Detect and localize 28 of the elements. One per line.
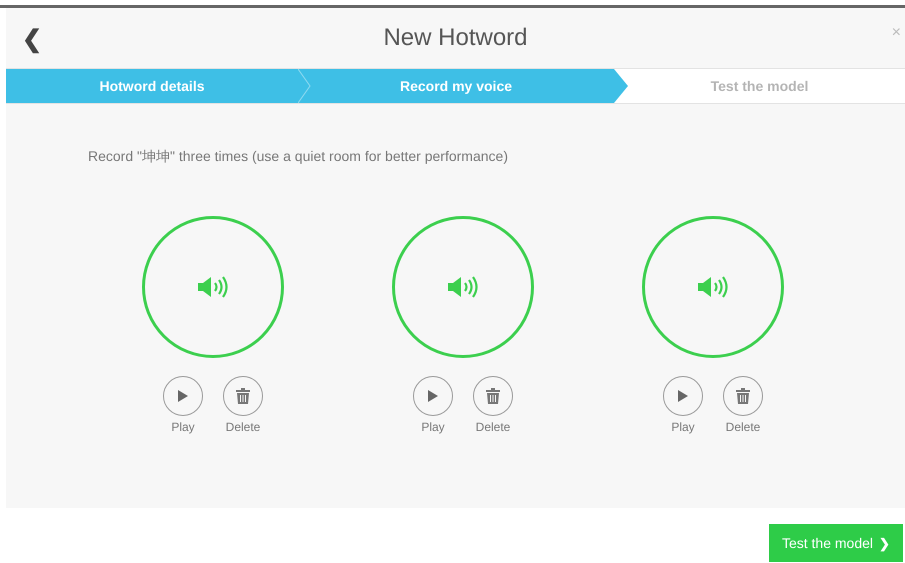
play-icon	[677, 389, 689, 403]
play-label: Play	[171, 420, 195, 434]
play-button[interactable]	[663, 376, 703, 416]
delete-label: Delete	[476, 420, 510, 434]
trash-icon	[736, 388, 750, 404]
play-icon	[427, 389, 439, 403]
speaker-icon	[697, 276, 729, 298]
instruction-text: Record "坤坤" three times (use a quiet room for better performance)	[88, 148, 509, 166]
delete-button[interactable]	[473, 376, 513, 416]
play-button[interactable]	[413, 376, 453, 416]
delete-label: Delete	[226, 420, 260, 434]
back-button[interactable]: ❮	[6, 22, 58, 54]
close-button[interactable]: ×	[892, 24, 901, 42]
trash-icon	[486, 388, 500, 404]
trash-icon	[236, 388, 250, 404]
play-icon	[177, 389, 189, 403]
play-button[interactable]	[163, 376, 203, 416]
delete-label: Delete	[726, 420, 760, 434]
delete-button[interactable]	[223, 376, 263, 416]
speaker-icon	[447, 276, 479, 298]
test-model-button[interactable]: Test the model ❯	[769, 524, 903, 562]
delete-button[interactable]	[723, 376, 763, 416]
step-tab[interactable]: Hotword details	[6, 69, 298, 103]
play-label: Play	[421, 420, 445, 434]
dialog-title: New Hotword	[382, 24, 529, 52]
play-label: Play	[671, 420, 695, 434]
step-arrow-icon	[614, 69, 628, 103]
speaker-icon	[197, 276, 229, 298]
